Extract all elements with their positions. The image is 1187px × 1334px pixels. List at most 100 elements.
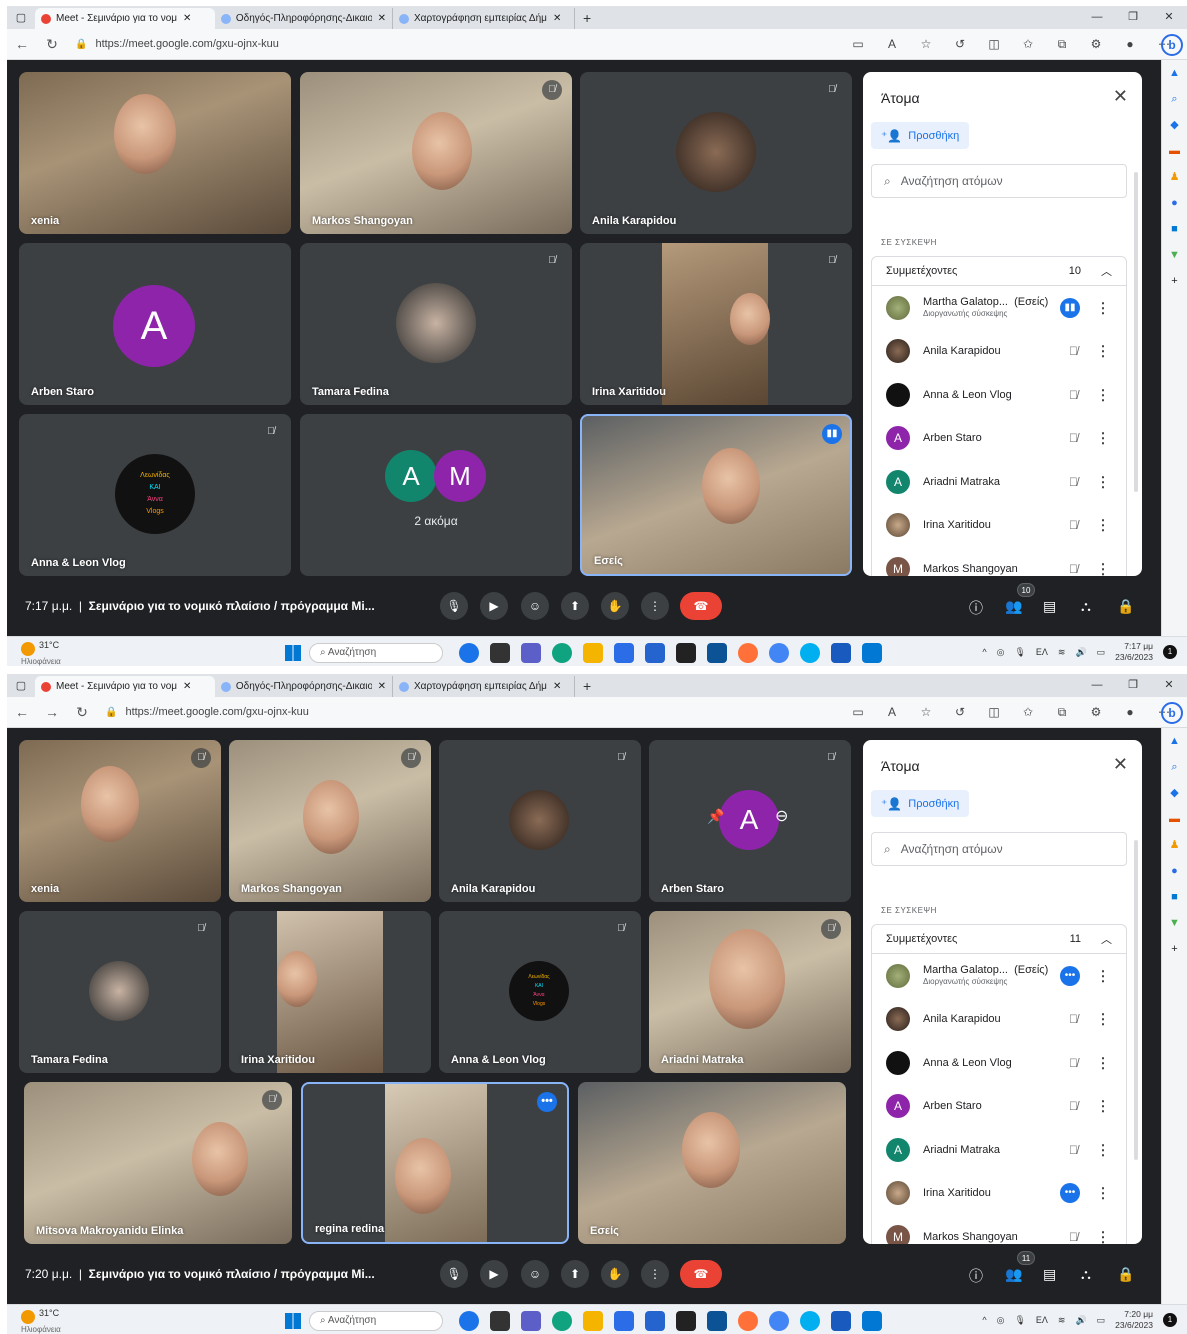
explorer-app-icon[interactable]: [583, 1311, 603, 1331]
games-icon[interactable]: ♟: [1162, 832, 1187, 858]
chrome-app-icon[interactable]: [769, 1311, 789, 1331]
language-indicator[interactable]: ΕΛ: [1036, 1315, 1048, 1325]
close-window-icon[interactable]: ✕: [1151, 6, 1187, 29]
wifi-icon[interactable]: ≋: [1058, 1315, 1066, 1326]
tab-actions-icon[interactable]: ▢: [7, 11, 35, 24]
app-icon[interactable]: ▭: [843, 37, 873, 52]
participant-row[interactable]: A Arben Staro 🎙̸ ⋮: [872, 417, 1126, 461]
video-tile[interactable]: 🎙̸ Mitsova Makroyanidu Elinka: [24, 1082, 292, 1244]
tab-guide[interactable]: Οδηγός-Πληροφόρησης-Δικαιο ✕: [215, 8, 393, 29]
todo-app-icon[interactable]: [645, 1311, 665, 1331]
info-icon[interactable]: ⓘ: [969, 598, 983, 618]
video-tile[interactable]: 🎙̸ Tamara Fedina: [300, 243, 572, 405]
url-field[interactable]: 🔒 https://meet.google.com/gxu-ojnx-kuu: [105, 701, 785, 723]
refresh-icon[interactable]: ↺: [945, 37, 975, 52]
tab-actions-icon[interactable]: ▢: [7, 679, 35, 692]
chevron-up-icon[interactable]: ︿: [1101, 263, 1112, 279]
search-icon[interactable]: ⌕: [1162, 86, 1187, 112]
more-options-icon[interactable]: ⋮: [1096, 1185, 1110, 1202]
chevron-up-icon[interactable]: ︿: [1101, 931, 1112, 947]
video-tile[interactable]: 🎙̸ Irina Xaritidou: [580, 243, 852, 405]
firefox-app-icon[interactable]: [738, 643, 758, 663]
skype-app-icon[interactable]: [800, 1311, 820, 1331]
skype-app-icon[interactable]: [800, 643, 820, 663]
word-app-icon[interactable]: [831, 1311, 851, 1331]
favorites-icon[interactable]: ✩: [1013, 705, 1043, 720]
leave-call-button[interactable]: ☎: [680, 592, 722, 620]
emoji-button[interactable]: ☺: [521, 1260, 549, 1288]
video-tile[interactable]: 🎙̸ Tamara Fedina: [19, 911, 221, 1073]
collections-icon[interactable]: ⧉: [1047, 705, 1077, 720]
back-icon[interactable]: ←: [7, 704, 37, 720]
reload-icon[interactable]: ↻: [37, 36, 67, 53]
collections-icon[interactable]: ⧉: [1047, 37, 1077, 52]
participant-row[interactable]: Martha Galatop... (Εσείς) Διοργανωτής σύσ…: [872, 954, 1126, 998]
activities-icon[interactable]: ⛬: [1081, 1266, 1091, 1283]
wifi-icon[interactable]: ≋: [1058, 647, 1066, 658]
split-icon[interactable]: ◫: [979, 37, 1009, 52]
video-tile[interactable]: A 📌 ⊖ 🎙̸ Arben Staro: [649, 740, 851, 902]
add-icon[interactable]: +: [1162, 936, 1187, 962]
video-tile[interactable]: Λεωνίδας ΚΑΙ Άννα Vlogs 🎙̸ Anna & Leon V…: [19, 414, 291, 576]
bing-app-icon[interactable]: [459, 643, 479, 663]
more-options-button[interactable]: ⋮: [641, 592, 669, 620]
office-icon[interactable]: ●: [1162, 858, 1187, 884]
close-tab-icon[interactable]: ✕: [378, 13, 386, 24]
video-tile[interactable]: 🎙̸ xenia: [19, 740, 221, 902]
clock[interactable]: 7:17 μμ 23/6/2023: [1115, 641, 1153, 663]
outlook-app-icon[interactable]: [862, 1311, 882, 1331]
scrollbar[interactable]: [1134, 172, 1138, 492]
raise-hand-button[interactable]: ✋: [601, 592, 629, 620]
taskbar-search[interactable]: ⌕ Αναζήτηση: [309, 643, 443, 663]
tab-guide[interactable]: Οδηγός-Πληροφόρησης-Δικαιο ✕: [215, 676, 393, 697]
participant-row[interactable]: M Markos Shangoyan 🎙̸ ⋮: [872, 547, 1126, 576]
volume-icon[interactable]: 🔊: [1075, 1315, 1086, 1326]
notification-icon[interactable]: 1: [1163, 1313, 1177, 1327]
favorites-icon[interactable]: ✩: [1013, 37, 1043, 52]
participant-row[interactable]: Anila Karapidou 🎙̸ ⋮: [872, 998, 1126, 1042]
minimize-icon[interactable]: —: [1079, 6, 1115, 29]
video-tile[interactable]: A Arben Staro: [19, 243, 291, 405]
widgets-app-icon[interactable]: [490, 643, 510, 663]
more-options-icon[interactable]: ⋮: [1096, 560, 1110, 576]
add-icon[interactable]: +: [1162, 268, 1187, 294]
participant-row[interactable]: A Ariadni Matraka 🎙̸ ⋮: [872, 460, 1126, 504]
video-tile[interactable]: 🎙̸ Ariadni Matraka: [649, 911, 851, 1073]
participant-row[interactable]: M Markos Shangoyan 🎙̸ ⋮: [872, 1215, 1126, 1244]
mail-app-icon[interactable]: [707, 1311, 727, 1331]
more-options-icon[interactable]: ⋮: [1096, 1228, 1110, 1244]
minimize-icon[interactable]: —: [1079, 674, 1115, 697]
camera-button[interactable]: ▶: [480, 1260, 508, 1288]
battery-icon[interactable]: ▭: [1097, 1315, 1106, 1326]
participant-row[interactable]: Anila Karapidou 🎙̸ ⋮: [872, 330, 1126, 374]
read-aloud-icon[interactable]: A: [877, 705, 907, 720]
volume-icon[interactable]: 🔊: [1075, 647, 1086, 658]
extensions-icon[interactable]: ⚙: [1081, 37, 1111, 52]
tab-mapping[interactable]: Χαρτογράφηση εμπειρίας Δήμ ✕: [393, 8, 575, 29]
participant-row[interactable]: Irina Xaritidou ••• ⋮: [872, 1172, 1126, 1216]
video-tile[interactable]: 🎙̸ Anila Karapidou: [580, 72, 852, 234]
chevron-up-icon[interactable]: ^: [982, 1315, 986, 1325]
close-tab-icon[interactable]: ✕: [183, 13, 191, 24]
participant-row[interactable]: Anna & Leon Vlog 🎙̸ ⋮: [872, 373, 1126, 417]
more-options-icon[interactable]: ⋮: [1096, 967, 1110, 984]
tab-mapping[interactable]: Χαρτογράφηση εμπειρίας Δήμ ✕: [393, 676, 575, 697]
chat-app-icon[interactable]: [521, 1311, 541, 1331]
more-options-icon[interactable]: ⋮: [1096, 1054, 1110, 1071]
reload-icon[interactable]: ↻: [67, 704, 97, 721]
profile-icon[interactable]: ●: [1115, 37, 1145, 52]
video-tile[interactable]: ••• regina redina: [301, 1082, 569, 1244]
url-field[interactable]: 🔒 https://meet.google.com/gxu-ojnx-kuu: [75, 33, 755, 55]
people-icon[interactable]: 👥: [1005, 1266, 1022, 1283]
participant-row[interactable]: A Ariadni Matraka 🎙̸ ⋮: [872, 1128, 1126, 1172]
forward-icon[interactable]: →: [37, 704, 67, 720]
extensions-icon[interactable]: ⚙: [1081, 705, 1111, 720]
more-options-icon[interactable]: ⋮: [1096, 386, 1110, 403]
weather-widget[interactable]: 31°C Ηλιοφάνεια: [21, 1308, 61, 1334]
self-video-tile[interactable]: Εσείς: [578, 1082, 846, 1244]
microphone-button[interactable]: 🎙: [440, 1260, 468, 1288]
host-controls-icon[interactable]: 🔒: [1117, 598, 1134, 615]
store-app-icon[interactable]: [614, 1311, 634, 1331]
pin-icon[interactable]: 📌: [707, 808, 724, 825]
language-indicator[interactable]: ΕΛ: [1036, 647, 1048, 657]
